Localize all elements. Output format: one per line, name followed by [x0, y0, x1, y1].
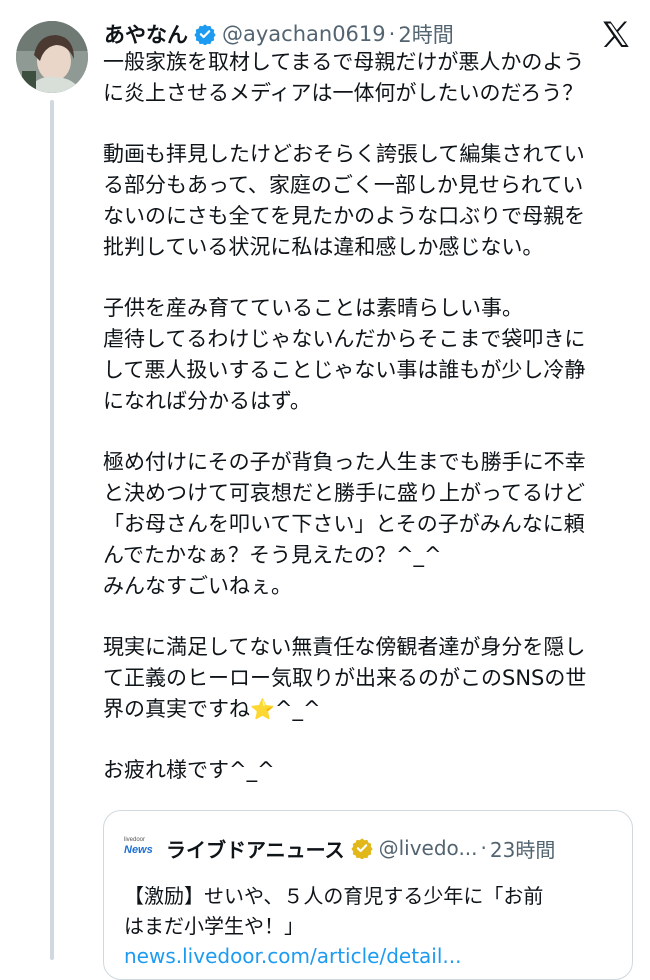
meta-separator: ·	[480, 836, 487, 860]
tweet-line: 動画も拝見したけどおそらく誇張して編集されてい	[103, 142, 585, 166]
tweet-text: 一般家族を取材してまるで母親だけが悪人かのよう に炎上させるメディアは一体何がし…	[103, 47, 643, 786]
tweet-line: 虐待してるわけじゃないんだからそこまで袋叩きに	[103, 327, 586, 351]
star-emoji-icon: ⭐	[250, 697, 275, 721]
quoted-tweet-card[interactable]: livedoor News ライブドアニュース @livedo... · 23時…	[103, 810, 633, 980]
tweet-time[interactable]: 2時間	[398, 19, 453, 49]
tweet-line: 現実に満足してない無責任な傍観者達が身分を隠し	[103, 635, 586, 659]
avatar-photo	[16, 21, 88, 93]
tweet-line: と決めつけて可哀想だと勝手に盛り上がってるけど	[103, 481, 585, 505]
tweet-line: お疲れ様です^_^	[103, 758, 275, 782]
tweet-line: 批判している状況に私は違和感しか感じない。	[103, 235, 544, 259]
tweet-line-text: ^_^	[274, 697, 321, 721]
author-handle[interactable]: @ayachan0619	[222, 22, 386, 46]
tweet-line: ないのにさも全てを見たかのような口ぶりで母親を	[103, 204, 586, 228]
tweet-line: して悪人扱いすることじゃない事は誰もが少し冷静	[103, 358, 586, 382]
tweet-line: になれば分かるはず。	[103, 389, 311, 413]
quoted-tweet-time[interactable]: 23時間	[490, 834, 555, 863]
logo-small-text: livedoor	[124, 837, 146, 843]
quoted-author-name[interactable]: ライブドアニュース	[166, 834, 345, 863]
article-link[interactable]: news.livedoor.com/article/detail...	[124, 941, 624, 971]
tweet-line: 一般家族を取材してまるで母親だけが悪人かのよう	[103, 50, 585, 74]
quoted-line: はまだ小学生や！」	[124, 914, 304, 938]
verified-gold-badge-icon	[350, 838, 373, 859]
meta-separator: ·	[388, 22, 396, 46]
tweet-line: んでたかなぁ？そう見えたの？^_^	[103, 543, 442, 567]
author-avatar[interactable]	[16, 21, 88, 93]
tweet-line: 子供を産み育てていることは素晴らしい事。	[103, 296, 523, 320]
tweet-line: る部分もあって、家庭のごく一部しか見せられてい	[103, 173, 584, 197]
tweet-line-text: 界の真実ですね	[103, 697, 250, 721]
tweet-line: て正義のヒーロー気取りが出来るのがこのSNSの世	[103, 666, 587, 690]
logo-big-text: News	[124, 844, 153, 856]
tweet-line: に炎上させるメディアは一体何がしたいのだろう？	[103, 81, 584, 105]
author-name[interactable]: あやなん	[104, 19, 188, 49]
tweet-line: 「お母さんを叩いて下さい」とその子がみんなに頼	[103, 512, 585, 536]
tweet-header: あやなん @ayachan0619 · 2時間	[104, 18, 454, 50]
quoted-tweet-text: 【激励】せいや、５人の育児する少年に「お前 はまだ小学生や！」 news.liv…	[124, 881, 624, 971]
quoted-author-handle[interactable]: @livedo...	[379, 836, 478, 860]
tweet-line-with-emoji: 界の真実ですね⭐^_^	[103, 694, 643, 725]
verified-badge-icon	[194, 24, 216, 45]
thread-connector-line	[50, 100, 54, 960]
livedoor-news-logo: livedoor News	[124, 837, 156, 863]
tweet-line: みんなすごいねぇ。	[103, 574, 292, 598]
quoted-line: 【激励】せいや、５人の育児する少年に「お前	[124, 884, 544, 908]
tweet-line: 極め付けにその子が背負った人生までも勝手に不幸	[103, 450, 586, 474]
quoted-tweet-header: ライブドアニュース @livedo... · 23時間	[166, 833, 555, 863]
